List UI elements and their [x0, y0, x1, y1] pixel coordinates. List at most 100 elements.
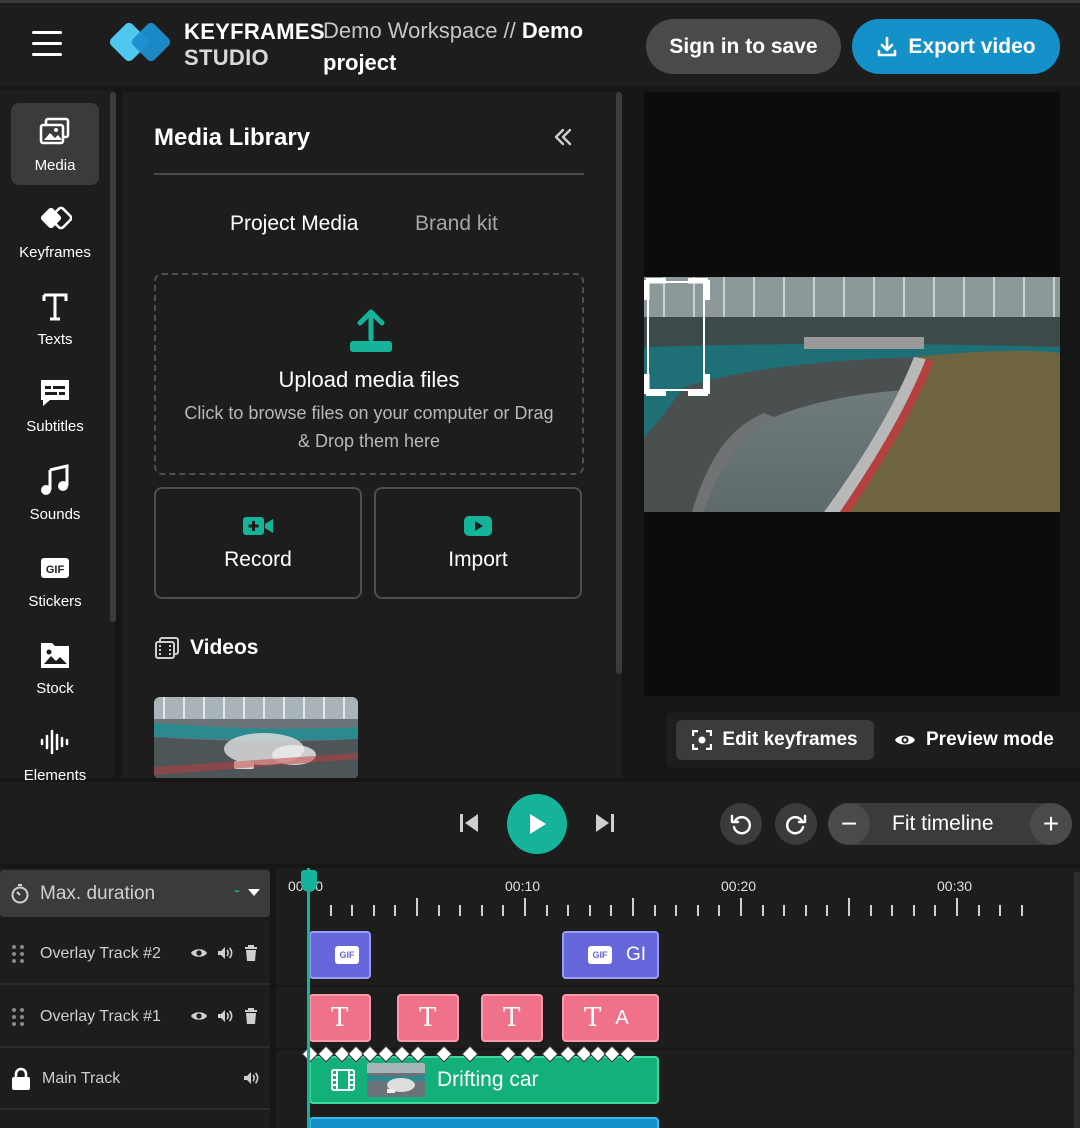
breadcrumb[interactable]: Demo Workspace // Demo project [323, 15, 613, 79]
keyframe-marker-icon[interactable] [461, 1045, 479, 1063]
sidebar-item-keyframes[interactable]: Keyframes [11, 190, 99, 272]
time-ruler[interactable]: 00:00 00:10 00:20 00:30 [276, 868, 1080, 920]
zoom-in-button[interactable]: + [1030, 803, 1072, 845]
keyframes-icon [40, 206, 72, 229]
sidebar-item-stock[interactable]: Stock [11, 626, 99, 708]
upload-icon [350, 309, 392, 352]
drag-handle-icon[interactable] [12, 1007, 26, 1026]
sidebar-item-sounds[interactable]: Sounds [11, 452, 99, 534]
preview-toolbar: Edit keyframes Preview mode [666, 712, 1080, 768]
edit-keyframes-button[interactable]: Edit keyframes [676, 720, 874, 760]
track-header-overlay-1: Overlay Track #1 [0, 987, 270, 1048]
keyframe-marker-icon[interactable] [619, 1045, 637, 1063]
sidebar-item-texts[interactable]: Texts [11, 277, 99, 359]
drag-handle-icon[interactable] [12, 944, 26, 963]
chevron-down-icon [248, 889, 260, 896]
keyframe-marker-icon[interactable] [559, 1045, 577, 1063]
ruler-tick [372, 905, 375, 916]
timeline-scrollbar[interactable] [1074, 872, 1080, 1128]
keyframe-marker-icon[interactable] [409, 1045, 427, 1063]
trash-icon[interactable] [242, 944, 260, 962]
gif-clip[interactable]: GIF GI [562, 931, 659, 979]
ruler-tick [934, 905, 937, 916]
collapse-icon[interactable] [552, 126, 574, 148]
text-clip[interactable]: T [481, 994, 543, 1042]
gif-clip[interactable]: GIF [309, 931, 371, 979]
export-video-button[interactable]: Export video [852, 19, 1060, 74]
svg-text:GIF: GIF [46, 564, 65, 576]
ruler-tick [826, 905, 829, 916]
max-duration-value: - [234, 880, 240, 900]
keyframe-marker-icon[interactable] [361, 1045, 379, 1063]
skip-back-icon[interactable] [456, 810, 482, 836]
audio-clip[interactable] [309, 1117, 659, 1128]
gif-icon: GIF [335, 946, 359, 964]
upload-dropzone[interactable]: Upload media files Click to browse files… [154, 273, 584, 475]
skip-forward-icon[interactable] [592, 810, 618, 836]
sidebar-item-media[interactable]: Media [11, 103, 99, 185]
keyframe-marker-icon[interactable] [541, 1045, 559, 1063]
volume-icon[interactable] [216, 944, 234, 962]
video-preview[interactable] [644, 92, 1060, 696]
menu-icon[interactable] [32, 31, 62, 59]
play-icon [530, 814, 546, 834]
trash-icon[interactable] [242, 1007, 260, 1025]
keyframe-marker-icon[interactable] [377, 1045, 395, 1063]
keyframe-marker-icon[interactable] [435, 1045, 453, 1063]
ruler-tick [329, 905, 332, 916]
track-row-overlay-2: GIF GIF GI [276, 926, 1080, 987]
volume-icon[interactable] [216, 1007, 234, 1025]
sidebar-scrollbar[interactable] [110, 92, 116, 622]
media-icon [39, 117, 70, 144]
play-button[interactable] [507, 794, 567, 854]
preview-mode-button[interactable]: Preview mode [894, 720, 1074, 760]
upload-title: Upload media files [278, 367, 460, 392]
keyframe-marker-icon[interactable] [301, 1045, 319, 1063]
ruler-tick [502, 905, 505, 916]
upload-subtitle: Click to browse files on your computer o… [184, 403, 554, 451]
media-library-panel: Media Library Project Media Brand kit Up… [122, 92, 622, 778]
playhead-handle[interactable] [301, 870, 317, 892]
eye-icon[interactable] [190, 944, 208, 962]
text-clip[interactable]: T [397, 994, 459, 1042]
focus-icon [692, 730, 713, 750]
keyframe-marker-icon[interactable] [393, 1045, 411, 1063]
keyframe-marker-icon[interactable] [603, 1045, 621, 1063]
eye-icon[interactable] [190, 1007, 208, 1025]
keyframe-marker-icon[interactable] [519, 1045, 537, 1063]
max-duration-select[interactable]: Max. duration - [0, 870, 270, 917]
playhead-line [307, 868, 310, 1128]
keyframes-logo [109, 22, 171, 62]
track-header-main: Main Track [0, 1049, 270, 1110]
gif-icon: GIF [588, 946, 612, 964]
zoom-out-button[interactable]: − [828, 803, 870, 845]
keyframe-selection-handle[interactable] [644, 278, 710, 396]
ruler-label: 00:10 [505, 878, 541, 894]
music-note-icon [41, 463, 69, 495]
gif-icon: GIF [41, 557, 69, 578]
brand-name: KEYFRAMES STUDIO [184, 19, 325, 70]
record-button[interactable]: Record [154, 487, 362, 599]
panel-scrollbar[interactable] [616, 92, 622, 674]
tab-brand-kit[interactable]: Brand kit [415, 212, 498, 236]
keyframe-marker-icon[interactable] [499, 1045, 517, 1063]
clip-thumbnail [367, 1063, 425, 1097]
sidebar-item-stickers[interactable]: GIF Stickers [11, 539, 99, 621]
keyframe-marker-icon[interactable] [317, 1045, 335, 1063]
sign-in-button[interactable]: Sign in to save [646, 19, 841, 74]
workspace-name: Demo Workspace // [323, 18, 516, 43]
ruler-tick [783, 905, 786, 916]
playback-controls: − Fit timeline + [0, 782, 1080, 864]
tab-project-media[interactable]: Project Media [230, 212, 358, 236]
volume-icon[interactable] [242, 1069, 260, 1087]
ruler-tick [459, 905, 462, 916]
fit-timeline-button[interactable]: Fit timeline [892, 812, 994, 836]
sidebar-item-subtitles[interactable]: Subtitles [11, 364, 99, 446]
redo-button[interactable] [775, 803, 817, 845]
text-clip[interactable]: T A [562, 994, 659, 1042]
video-thumbnail[interactable] [154, 697, 358, 778]
text-clip[interactable]: T [309, 994, 371, 1042]
import-button[interactable]: Import [374, 487, 582, 599]
timeline-canvas[interactable]: 00:00 00:10 00:20 00:30 GIF GIF GI T T T… [276, 868, 1080, 1128]
undo-button[interactable] [720, 803, 762, 845]
